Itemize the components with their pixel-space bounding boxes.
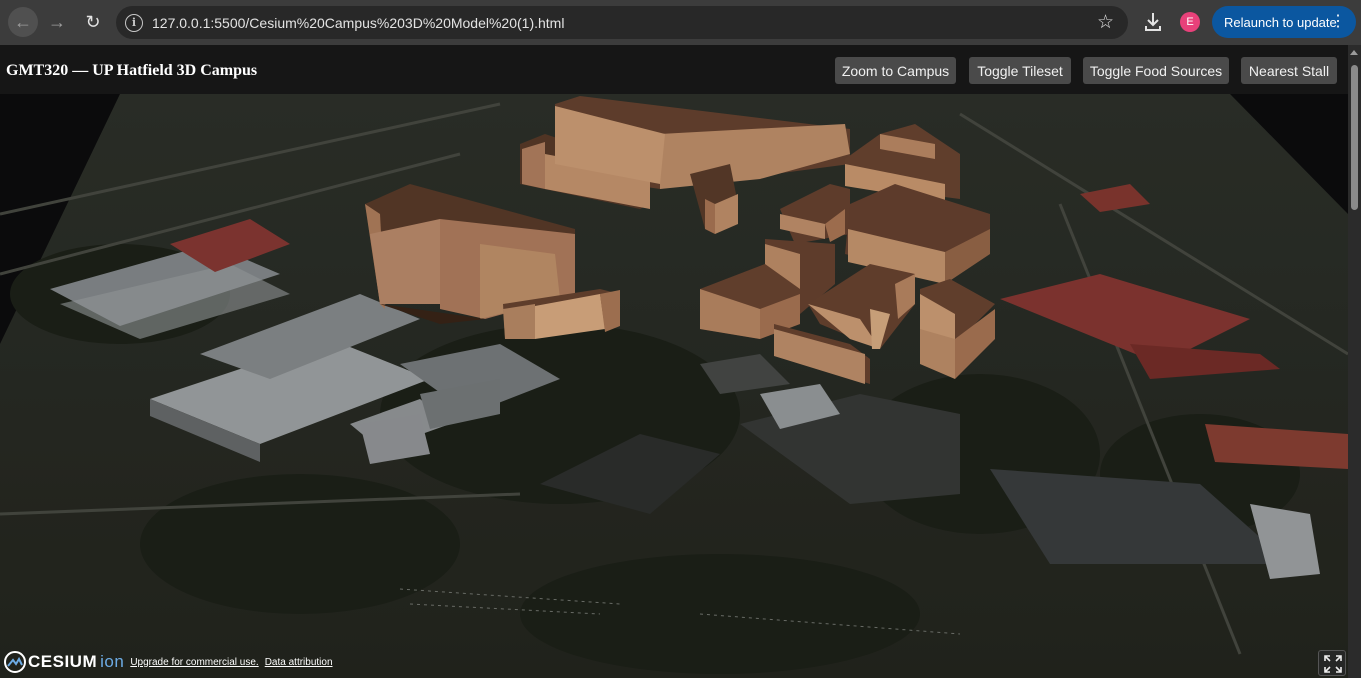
cesium-logo-icon [4, 651, 26, 673]
back-button[interactable]: ← [8, 7, 38, 37]
url-text[interactable]: 127.0.0.1:5500/Cesium%20Campus%203D%20Mo… [152, 15, 564, 31]
upgrade-link[interactable]: Upgrade for commercial use. [130, 657, 258, 668]
cesium-ion-logo[interactable]: CESIUM ion [4, 651, 124, 673]
cesium-logo-text: CESIUM [28, 652, 98, 671]
arrow-right-icon: → [48, 11, 66, 32]
app-header: GMT320 — UP Hatfield 3D Campus Zoom to C… [0, 45, 1348, 94]
page-scrollbar[interactable] [1348, 45, 1361, 678]
data-attribution-link[interactable]: Data attribution [265, 657, 333, 668]
nearest-stall-button[interactable]: Nearest Stall [1241, 57, 1337, 84]
cesium-ion-text: ion [100, 652, 125, 671]
campus-scene[interactable] [0, 94, 1348, 678]
forward-button[interactable]: → [42, 7, 72, 37]
fullscreen-icon [1324, 655, 1342, 673]
address-bar[interactable]: i 127.0.0.1:5500/Cesium%20Campus%203D%20… [116, 6, 1128, 39]
arrow-left-icon: ← [14, 11, 32, 32]
toggle-food-sources-button[interactable]: Toggle Food Sources [1083, 57, 1229, 84]
scroll-thumb[interactable] [1351, 65, 1358, 210]
relaunch-label: Relaunch to update [1224, 14, 1337, 30]
browser-toolbar: ← → ↻ i 127.0.0.1:5500/Cesium%20Campus%2… [0, 0, 1361, 45]
cesium-credits: CESIUM ion Upgrade for commercial use. D… [4, 650, 333, 674]
star-icon[interactable]: ☆ [1097, 11, 1114, 34]
page-title: GMT320 — UP Hatfield 3D Campus [6, 62, 258, 79]
kebab-icon[interactable]: ⋮ [1330, 11, 1346, 31]
relaunch-button[interactable]: Relaunch to update ⋮ [1212, 6, 1356, 38]
zoom-campus-button[interactable]: Zoom to Campus [835, 57, 956, 84]
info-icon[interactable]: i [125, 13, 143, 32]
reload-icon: ↻ [85, 11, 101, 32]
profile-avatar[interactable]: E [1180, 12, 1200, 32]
toggle-tileset-button[interactable]: Toggle Tileset [969, 57, 1071, 84]
cesium-viewer[interactable] [0, 94, 1348, 678]
download-icon[interactable] [1142, 10, 1164, 34]
fullscreen-button[interactable] [1318, 650, 1346, 676]
reload-button[interactable]: ↻ [78, 7, 108, 37]
scroll-up-arrow[interactable] [1350, 50, 1358, 55]
